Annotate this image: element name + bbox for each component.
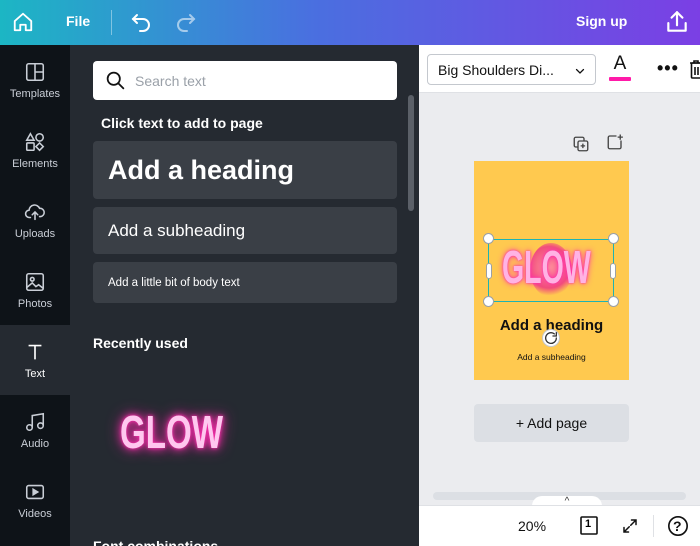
rail-item-uploads[interactable]: Uploads bbox=[0, 185, 70, 255]
top-bar: File Sign up bbox=[0, 0, 700, 45]
click-hint: Click text to add to page bbox=[101, 115, 263, 131]
zoom-level[interactable]: 20% bbox=[518, 518, 546, 534]
panel-scrollbar[interactable] bbox=[408, 95, 414, 211]
rail-item-label: Audio bbox=[20, 437, 50, 450]
more-options-icon[interactable]: ••• bbox=[657, 58, 679, 79]
rail-item-label: Videos bbox=[18, 507, 52, 520]
rail-item-text[interactable]: Text bbox=[0, 325, 70, 395]
audio-icon bbox=[25, 412, 45, 431]
videos-icon bbox=[25, 484, 45, 499]
resize-handle[interactable] bbox=[608, 233, 619, 244]
editor-toolbar: Big Shoulders Di... A ••• bbox=[419, 45, 700, 93]
undo-icon[interactable] bbox=[129, 10, 153, 34]
bottom-bar: 20% 1 ? bbox=[419, 505, 700, 546]
uploads-icon bbox=[24, 203, 45, 220]
file-menu-button[interactable]: File bbox=[66, 13, 90, 29]
resize-handle[interactable] bbox=[483, 233, 494, 244]
chevron-down-icon bbox=[575, 68, 585, 74]
add-heading-button[interactable]: Add a heading bbox=[93, 141, 397, 199]
search-icon bbox=[106, 71, 125, 90]
rail-item-templates[interactable]: Templates bbox=[0, 45, 70, 115]
text-color-button[interactable]: A bbox=[608, 53, 632, 83]
share-icon[interactable] bbox=[664, 9, 690, 35]
rail-item-label: Uploads bbox=[14, 227, 56, 240]
text-color-glyph: A bbox=[613, 53, 627, 74]
page-count-button[interactable]: 1 bbox=[579, 515, 599, 535]
text-icon bbox=[28, 344, 42, 359]
rail-item-label: Text bbox=[24, 367, 46, 380]
rail-item-videos[interactable]: Videos bbox=[0, 465, 70, 535]
photos-icon bbox=[25, 272, 45, 291]
resize-handle[interactable] bbox=[483, 296, 494, 307]
sign-up-button[interactable]: Sign up bbox=[576, 13, 627, 29]
page-subheading-text[interactable]: Add a subheading bbox=[478, 352, 625, 362]
add-page-button[interactable]: + Add page bbox=[474, 404, 629, 442]
add-subheading-button[interactable]: Add a subheading bbox=[93, 207, 397, 254]
selection-box[interactable] bbox=[488, 239, 614, 302]
help-button[interactable]: ? bbox=[667, 515, 689, 537]
search-box[interactable] bbox=[93, 61, 397, 100]
fullscreen-icon[interactable] bbox=[621, 517, 639, 535]
resize-handle[interactable] bbox=[610, 263, 616, 279]
elements-icon bbox=[25, 131, 45, 151]
page-count: 1 bbox=[585, 518, 592, 530]
rail-item-label: Elements bbox=[12, 157, 58, 170]
rail-item-photos[interactable]: Photos bbox=[0, 255, 70, 325]
add-page-icon[interactable] bbox=[606, 133, 624, 151]
rail-item-audio[interactable]: Audio bbox=[0, 395, 70, 465]
font-name: Big Shoulders Di... bbox=[438, 62, 554, 78]
trash-icon[interactable] bbox=[689, 58, 700, 80]
rotate-handle[interactable] bbox=[542, 329, 560, 347]
resize-handle[interactable] bbox=[486, 263, 492, 279]
text-panel: Click text to add to page Add a heading … bbox=[70, 45, 419, 546]
text-color-swatch bbox=[609, 77, 631, 81]
font-combinations-heading: Font combinations bbox=[93, 538, 219, 546]
font-selector[interactable]: Big Shoulders Di... bbox=[427, 54, 596, 85]
canvas-vertical-scrollbar[interactable] bbox=[688, 95, 700, 487]
rail-item-label: Templates bbox=[9, 87, 61, 100]
templates-icon bbox=[25, 62, 45, 81]
recent-glow-text-item[interactable]: GLOW bbox=[120, 405, 223, 459]
home-icon[interactable] bbox=[9, 8, 37, 36]
rotate-icon bbox=[545, 332, 558, 344]
side-rail: Templates Elements Uploads Photos Text A… bbox=[0, 45, 70, 546]
rail-item-label: Photos bbox=[17, 297, 53, 310]
divider bbox=[111, 10, 112, 35]
search-input[interactable] bbox=[135, 67, 385, 94]
duplicate-page-icon[interactable] bbox=[572, 135, 590, 153]
help-glyph: ? bbox=[673, 518, 682, 534]
add-body-text-button[interactable]: Add a little bit of body text bbox=[93, 262, 397, 303]
redo-icon[interactable] bbox=[174, 10, 198, 34]
resize-handle[interactable] bbox=[608, 296, 619, 307]
recently-used-heading: Recently used bbox=[93, 335, 188, 351]
rail-item-elements[interactable]: Elements bbox=[0, 115, 70, 185]
divider bbox=[653, 515, 654, 537]
